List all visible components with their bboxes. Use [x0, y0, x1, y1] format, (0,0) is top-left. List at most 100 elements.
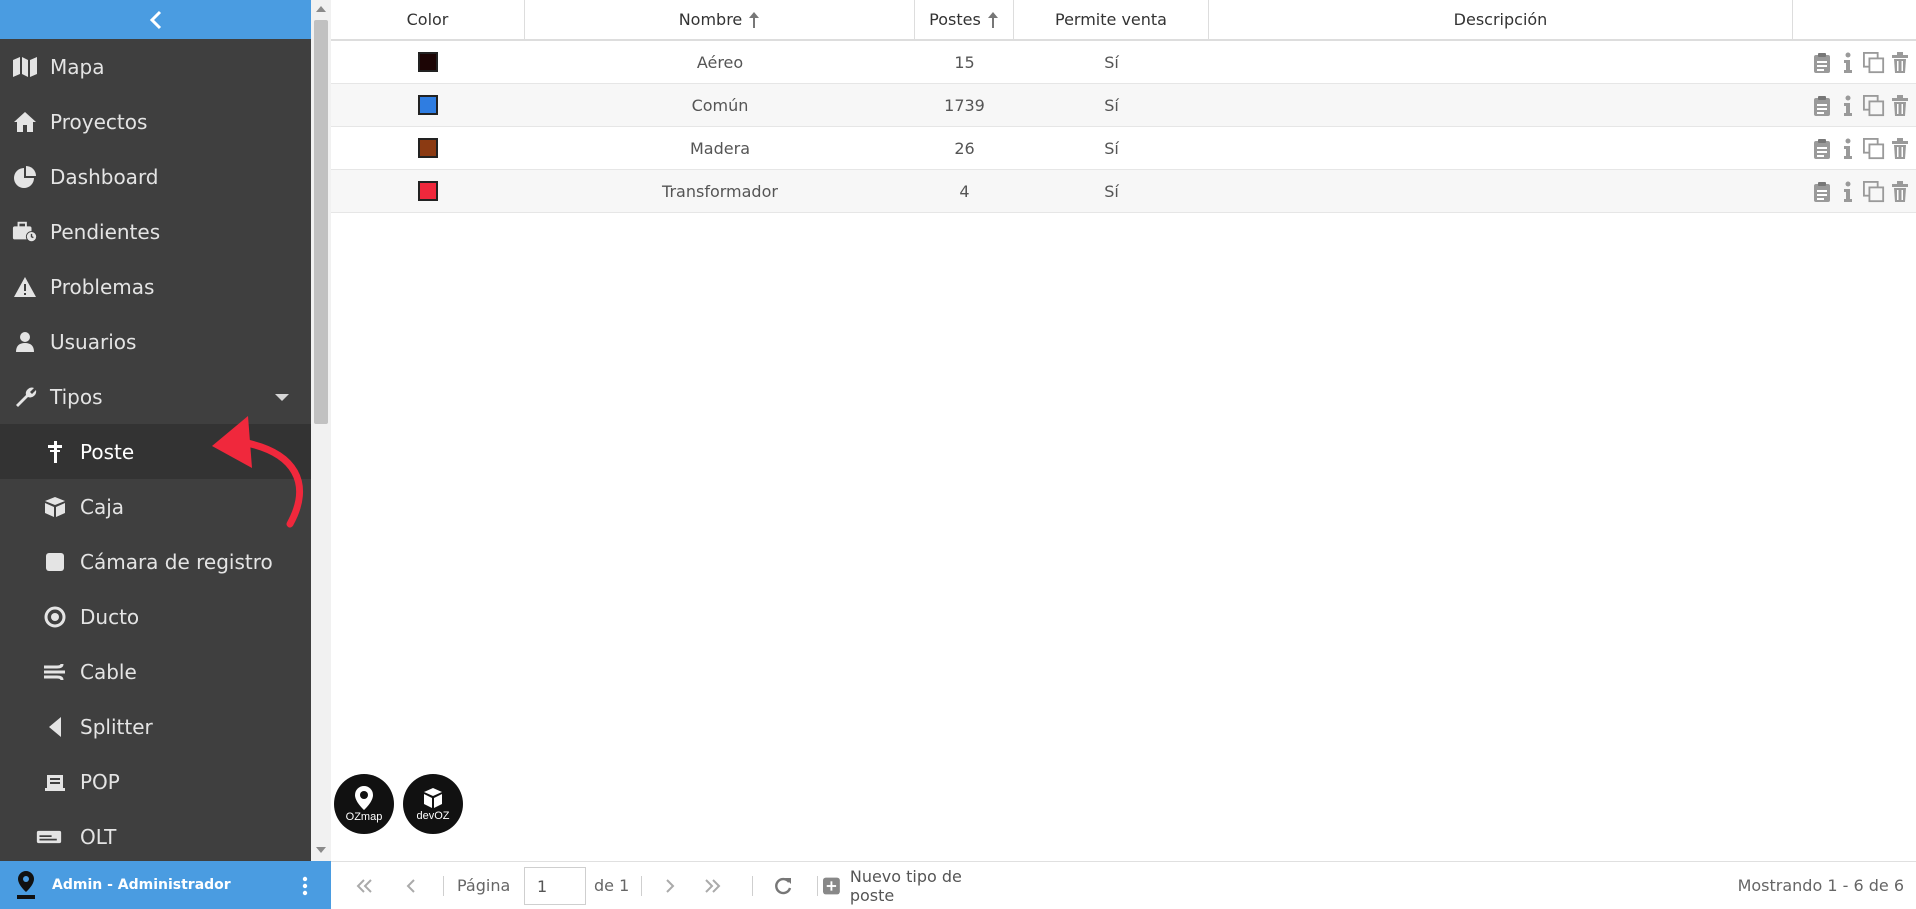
trash-icon[interactable]	[1889, 180, 1911, 204]
sidebar-item-problemas[interactable]: Problemas	[0, 259, 311, 314]
table-row[interactable]: Común 1739 Sí	[331, 84, 1916, 127]
page-total-label: de 1	[594, 876, 630, 895]
column-color[interactable]: Color	[331, 0, 525, 39]
pagination-divider	[641, 876, 642, 896]
cube-icon	[42, 495, 68, 519]
sidebar-item-cable[interactable]: Cable	[0, 644, 311, 699]
ozmap-logo: OZmap	[334, 774, 394, 834]
copy-icon[interactable]	[1863, 180, 1885, 204]
sidebar-item-label: Ducto	[80, 605, 140, 629]
map-pin-icon	[355, 786, 373, 810]
square-icon	[42, 550, 68, 574]
cell-nombre: Común	[691, 95, 749, 115]
next-page-icon[interactable]	[660, 874, 680, 898]
column-label: Descripción	[1453, 10, 1548, 29]
table-row[interactable]: Madera 26 Sí	[331, 127, 1916, 170]
cell-venta: Sí	[1104, 95, 1119, 115]
first-page-icon[interactable]	[353, 874, 377, 898]
row-actions	[1811, 180, 1911, 204]
column-nombre[interactable]: Nombre	[525, 0, 915, 39]
cell-venta: Sí	[1104, 138, 1119, 158]
sidebar-item-label: Usuarios	[50, 330, 137, 354]
clipboard-icon[interactable]	[1811, 94, 1833, 118]
cable-icon	[42, 660, 68, 684]
user-icon	[12, 330, 38, 354]
color-swatch	[418, 95, 438, 115]
page-number-input[interactable]	[524, 867, 586, 905]
collapse-sidebar-button[interactable]	[0, 0, 311, 39]
sidebar-item-label: Cámara de registro	[80, 550, 273, 574]
trash-icon[interactable]	[1889, 51, 1911, 75]
sidebar-item-olt[interactable]: OLT	[0, 809, 311, 864]
more-vertical-icon[interactable]	[298, 875, 312, 897]
table-row[interactable]: Aéreo 15 Sí	[331, 41, 1916, 84]
sidebar-item-pendientes[interactable]: Pendientes	[0, 204, 311, 259]
cube-icon	[424, 788, 442, 808]
sidebar-item-usuarios[interactable]: Usuarios	[0, 314, 311, 369]
devoz-logo: devOZ	[403, 774, 463, 834]
sidebar-item-dashboard[interactable]: Dashboard	[0, 149, 311, 204]
column-label: Permite venta	[1055, 10, 1167, 29]
column-permite-venta[interactable]: Permite venta	[1014, 0, 1209, 39]
table-row[interactable]: Transformador 4 Sí	[331, 170, 1916, 213]
caret-down-icon	[275, 394, 289, 401]
table-header: Color Nombre Postes Permite venta Descri…	[331, 0, 1916, 41]
sidebar-item-camara-de-registro[interactable]: Cámara de registro	[0, 534, 311, 589]
sidebar-item-proyectos[interactable]: Proyectos	[0, 94, 311, 149]
sidebar-item-label: Mapa	[50, 55, 105, 79]
info-icon[interactable]	[1837, 137, 1859, 161]
column-label: Nombre	[678, 10, 743, 29]
clipboard-icon[interactable]	[1811, 51, 1833, 75]
clipboard-icon[interactable]	[1811, 180, 1833, 204]
sidebar-item-pop[interactable]: POP	[0, 754, 311, 809]
row-actions	[1811, 94, 1911, 118]
scrollbar-thumb[interactable]	[314, 20, 328, 424]
sidebar-item-label: Tipos	[50, 385, 103, 409]
cell-nombre: Aéreo	[696, 52, 744, 72]
scroll-up-arrow[interactable]	[316, 6, 326, 12]
sort-up-icon	[987, 11, 998, 28]
trash-icon[interactable]	[1889, 94, 1911, 118]
info-icon[interactable]	[1837, 51, 1859, 75]
new-pole-type-label: Nuevo tipo de poste	[849, 867, 962, 905]
sidebar-item-splitter[interactable]: Splitter	[0, 699, 311, 754]
sidebar-item-mapa[interactable]: Mapa	[0, 39, 311, 94]
column-postes[interactable]: Postes	[915, 0, 1014, 39]
brand-label: devOZ	[416, 810, 450, 822]
pagination-divider	[443, 876, 444, 896]
refresh-icon[interactable]	[771, 874, 795, 898]
color-swatch	[418, 138, 438, 158]
pie-chart-icon	[12, 165, 38, 189]
user-name[interactable]: Admin - Administrador	[52, 876, 231, 894]
annotation-arrow	[212, 416, 303, 528]
sidebar-item-label: Poste	[80, 440, 135, 464]
column-descripcion[interactable]: Descripción	[1209, 0, 1793, 39]
info-icon[interactable]	[1837, 94, 1859, 118]
sidebar-item-label: POP	[80, 770, 120, 794]
page-label: Página	[457, 876, 511, 895]
plus-square-icon	[823, 877, 840, 895]
ozmap-logo-icon	[17, 871, 35, 899]
pagination-bar: Página de 1 Nuevo tipo de poste Mostrand…	[331, 861, 1916, 909]
sidebar-scrollbar[interactable]	[311, 0, 331, 861]
clipboard-icon[interactable]	[1811, 137, 1833, 161]
scroll-down-arrow[interactable]	[316, 847, 326, 853]
sidebar-item-ducto[interactable]: Ducto	[0, 589, 311, 644]
previous-page-icon[interactable]	[401, 874, 421, 898]
copy-icon[interactable]	[1863, 94, 1885, 118]
pagination-divider	[752, 876, 753, 896]
pole-icon	[42, 440, 68, 464]
trash-icon[interactable]	[1889, 137, 1911, 161]
info-icon[interactable]	[1837, 180, 1859, 204]
copy-icon[interactable]	[1863, 51, 1885, 75]
new-pole-type-button[interactable]: Nuevo tipo de poste	[823, 867, 1001, 905]
color-swatch	[418, 181, 438, 201]
main-content: Color Nombre Postes Permite venta Descri…	[331, 0, 1916, 861]
copy-icon[interactable]	[1863, 137, 1885, 161]
triangle-left-icon	[42, 715, 68, 739]
map-icon	[12, 55, 38, 79]
last-page-icon[interactable]	[700, 874, 724, 898]
device-icon	[36, 825, 62, 849]
sidebar-item-label: Caja	[80, 495, 125, 519]
sidebar-item-label: Pendientes	[50, 220, 161, 244]
